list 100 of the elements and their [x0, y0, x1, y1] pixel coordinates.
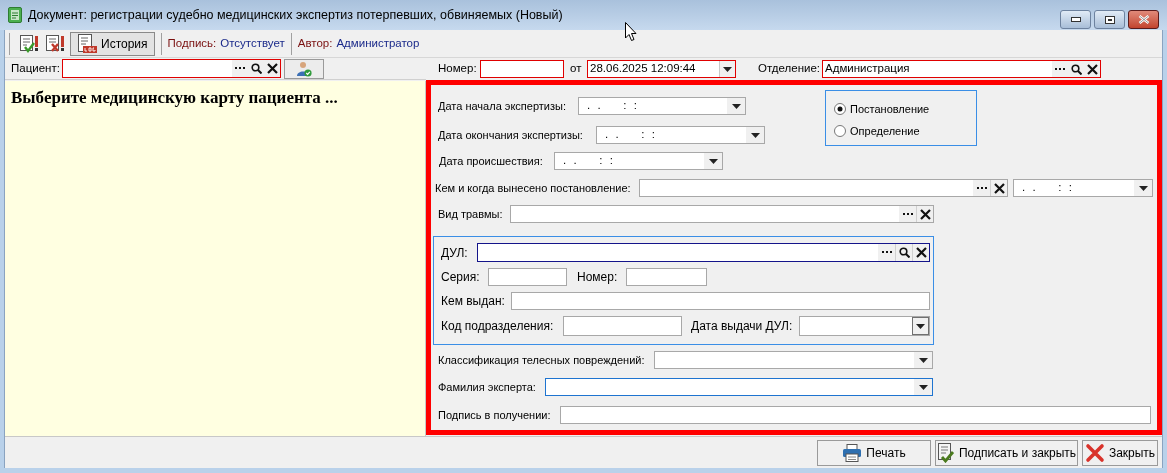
date-mask: . . : : — [562, 153, 616, 169]
field-label: ДУЛ: — [441, 244, 469, 262]
dropdown-button[interactable] — [704, 153, 722, 169]
maximize-icon — [1104, 15, 1115, 24]
date-field[interactable]: . . : : — [1013, 179, 1153, 197]
minimize-button[interactable] — [1060, 10, 1091, 29]
close-icon — [1137, 15, 1150, 24]
date-field[interactable]: . . : : — [578, 97, 746, 115]
input-field[interactable] — [563, 316, 682, 336]
clear-button[interactable] — [1084, 61, 1100, 77]
clear-button[interactable] — [916, 206, 933, 222]
dropdown-arrow-icon — [918, 384, 928, 390]
dropdown-button[interactable] — [914, 352, 932, 368]
clear-button[interactable] — [912, 244, 929, 261]
date-mask: . . : : — [1021, 180, 1075, 196]
minimize-icon — [1070, 17, 1081, 22]
dropdown-arrow-icon — [750, 132, 760, 138]
author-name: Администратор — [336, 35, 420, 51]
field-label: Подпись в получении: — [438, 407, 552, 423]
close-button[interactable] — [1128, 10, 1159, 29]
field-label: Фамилия эксперта: — [438, 379, 537, 395]
field-label: Код подразделения: — [441, 318, 555, 335]
close-icon — [919, 208, 931, 220]
search-icon — [250, 63, 262, 74]
browse-button[interactable] — [973, 180, 990, 196]
date-field[interactable]: . . : : — [554, 152, 723, 170]
dots-icon — [235, 67, 245, 70]
department-value: Администрация — [824, 61, 911, 77]
lookup-field[interactable] — [639, 179, 1008, 197]
input-field[interactable] — [488, 268, 567, 286]
document-icon — [8, 7, 22, 23]
close-icon — [1086, 63, 1098, 75]
person-check-icon — [296, 60, 312, 77]
field-label: Номер: — [577, 269, 619, 286]
dropdown-arrow-icon — [708, 158, 718, 164]
field-label: Дата выдачи ДУЛ: — [691, 318, 794, 335]
window-title: Документ: регистрации судебно медицинских экспертиз потерпевших, обвиняемых (Новый) — [28, 6, 563, 24]
printer-icon — [842, 443, 863, 462]
dots-icon — [1055, 67, 1065, 71]
close-button[interactable]: Закрыть — [1082, 439, 1158, 466]
maximize-button[interactable] — [1094, 10, 1125, 29]
browse-button[interactable] — [232, 60, 248, 77]
dropdown-button[interactable] — [1134, 180, 1152, 196]
input-field[interactable] — [626, 268, 707, 286]
dropdown-arrow-icon — [723, 66, 732, 72]
input-field[interactable] — [511, 292, 930, 310]
field-label: Дата окончания экспертизы: — [438, 127, 584, 143]
dropdown-button[interactable] — [719, 61, 735, 77]
dropdown-button[interactable] — [912, 317, 929, 335]
document-check-icon — [19, 33, 39, 54]
lookup-field[interactable] — [510, 205, 934, 223]
dropdown-button[interactable] — [914, 379, 932, 395]
date-field[interactable] — [799, 316, 930, 336]
print-button[interactable]: Печать — [817, 439, 931, 466]
field-label: Дата начала экспертизы: — [438, 98, 567, 114]
cursor-icon — [625, 22, 637, 41]
patient-prompt: Выберите медицинскую карту пациента ... — [11, 87, 339, 109]
input-field[interactable] — [560, 406, 1151, 424]
document-check-icon — [936, 442, 955, 463]
dropdown-arrow-icon — [731, 103, 741, 109]
clear-button[interactable] — [264, 60, 280, 77]
author-label: Автор: — [297, 35, 333, 51]
close-icon — [915, 247, 927, 258]
number-label: Номер: — [438, 61, 478, 77]
history-button[interactable]: История — [70, 31, 155, 56]
patient-field[interactable] — [62, 59, 281, 78]
search-icon — [1070, 63, 1082, 75]
sign-and-close-button[interactable]: Подписать и закрыть — [935, 439, 1078, 466]
date-field[interactable]: 28.06.2025 12:09:44 — [587, 60, 736, 78]
date-value: 28.06.2025 12:09:44 — [589, 61, 697, 77]
lookup-field[interactable] — [477, 243, 930, 262]
date-field[interactable]: . . : : — [596, 126, 765, 144]
field-label: Дата происшествия: — [439, 153, 544, 169]
radio-option[interactable]: Постановление — [834, 101, 976, 118]
department-field[interactable]: Администрация — [822, 60, 1101, 78]
log-document-icon — [77, 33, 97, 54]
search-button[interactable] — [895, 244, 912, 261]
signature-label: Подпись: — [167, 35, 217, 51]
dropdown-button[interactable] — [727, 98, 745, 114]
dots-icon — [902, 212, 913, 216]
number-field[interactable] — [480, 60, 564, 78]
close-icon — [266, 63, 278, 74]
dropdown-arrow-icon — [918, 357, 928, 363]
dropdown-field[interactable] — [545, 378, 933, 396]
dropdown-button[interactable] — [746, 127, 764, 143]
browse-button[interactable] — [1052, 61, 1068, 77]
field-label: Классификация телесных повреждений: — [438, 352, 646, 368]
select-patient-button[interactable] — [284, 58, 324, 79]
field-label: Кем выдан: — [441, 293, 506, 310]
date-mask: . . : : — [586, 98, 640, 114]
radio-option[interactable]: Определение — [834, 122, 976, 139]
browse-button[interactable] — [878, 244, 895, 261]
field-label: Серия: — [441, 269, 481, 286]
dropdown-arrow-icon — [916, 323, 925, 329]
dropdown-arrow-icon — [1138, 185, 1148, 191]
browse-button[interactable] — [899, 206, 916, 222]
close-icon — [993, 182, 1005, 194]
dropdown-field[interactable] — [654, 351, 933, 369]
clear-button[interactable] — [990, 180, 1007, 196]
date-label: от — [570, 61, 583, 77]
